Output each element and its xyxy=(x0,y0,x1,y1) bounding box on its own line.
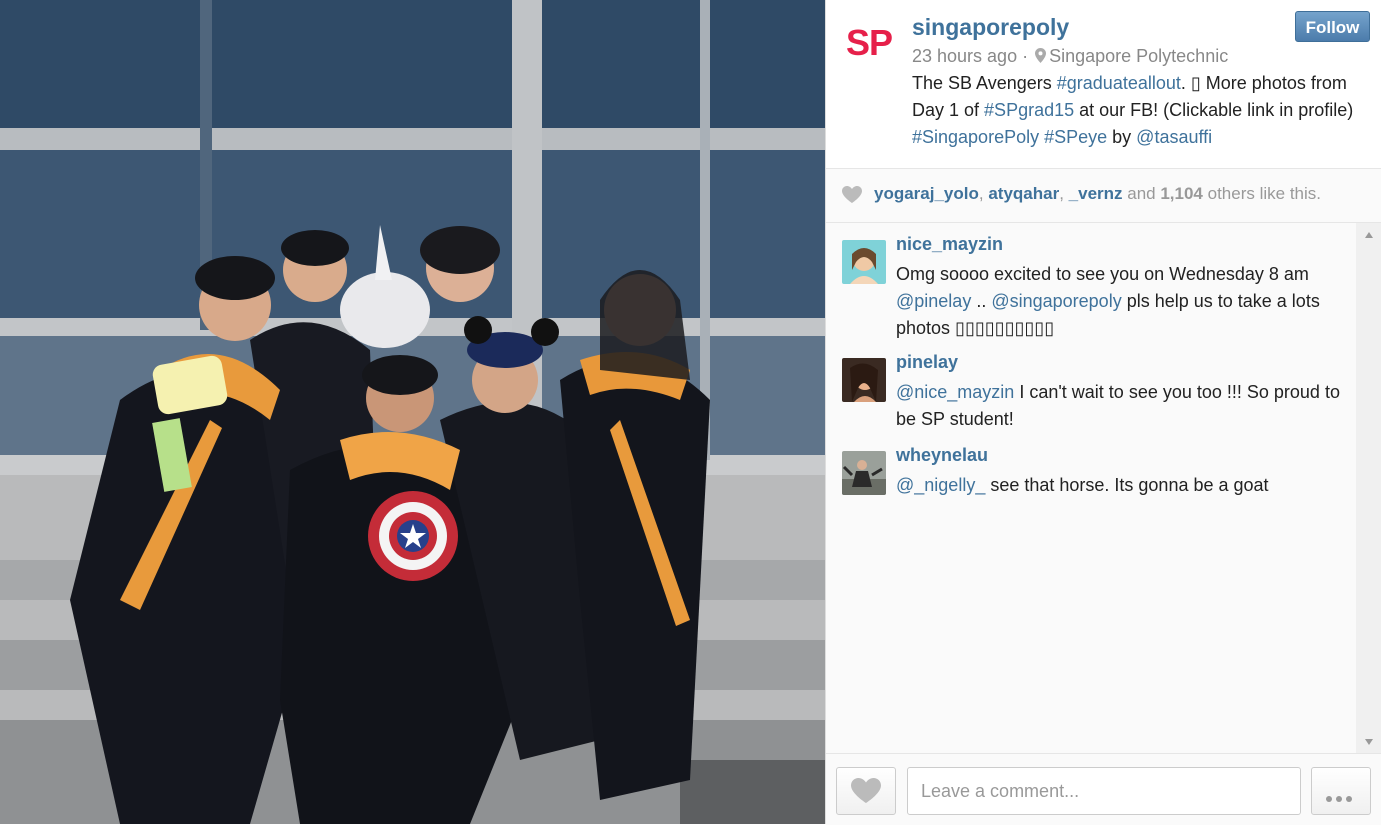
comment-username[interactable]: pinelay xyxy=(896,352,958,373)
post-location[interactable]: Singapore Polytechnic xyxy=(1049,46,1228,66)
like-button[interactable] xyxy=(836,767,896,815)
post-details-panel: SP singaporepoly 23 hours ago · Singapor… xyxy=(825,0,1381,825)
comment-body: .. xyxy=(971,291,992,311)
comments-list: nice_mayzin Omg soooo excited to see you… xyxy=(826,223,1356,753)
comment-text: @nice_mayzin I can't wait to see you too… xyxy=(896,379,1346,433)
post-username[interactable]: singaporepoly xyxy=(912,14,1069,41)
comment-avatar[interactable] xyxy=(842,451,886,495)
caption-text: The SB Avengers xyxy=(912,73,1057,93)
comment-username[interactable]: nice_mayzin xyxy=(896,234,1003,255)
comment-composer xyxy=(826,753,1381,825)
profile-avatar-logo[interactable]: SP xyxy=(846,22,893,64)
mention-link[interactable]: @_nigelly_ xyxy=(896,475,985,495)
caption-text: by xyxy=(1107,127,1137,147)
comment-body: Omg soooo excited to see you on Wednesda… xyxy=(896,264,1309,284)
mention-link[interactable]: @tasauffi xyxy=(1136,127,1212,147)
post-header: SP singaporepoly 23 hours ago · Singapor… xyxy=(826,0,1381,169)
post-photo[interactable] xyxy=(0,0,825,824)
liker-link[interactable]: _vernz xyxy=(1069,184,1123,203)
likes-text: yogaraj_yolo, atyqahar, _vernz and 1,104… xyxy=(874,184,1321,204)
post-time[interactable]: 23 hours ago xyxy=(912,46,1017,66)
meta-separator: · xyxy=(1017,46,1034,66)
more-dots-icon xyxy=(1326,789,1356,807)
liker-link[interactable]: atyqahar xyxy=(988,184,1059,203)
comments-scrollbar[interactable] xyxy=(1356,223,1381,753)
photo-image xyxy=(0,0,825,824)
follow-button[interactable]: Follow xyxy=(1295,11,1370,42)
mention-link[interactable]: @pinelay xyxy=(896,291,971,311)
likes-and: and xyxy=(1122,184,1161,203)
post-caption: The SB Avengers #graduateallout. ▯ More … xyxy=(912,70,1372,151)
mention-link[interactable]: @singaporepoly xyxy=(991,291,1121,311)
likes-separator: , xyxy=(1059,184,1069,203)
scroll-down-icon[interactable] xyxy=(1365,739,1373,745)
post-meta: 23 hours ago · Singapore Polytechnic xyxy=(912,46,1228,67)
comment-input[interactable] xyxy=(907,767,1301,815)
heart-icon xyxy=(851,778,881,803)
comment-avatar[interactable] xyxy=(842,358,886,402)
heart-icon xyxy=(842,186,862,203)
mention-link[interactable]: @nice_mayzin xyxy=(896,382,1014,402)
likes-separator: , xyxy=(978,184,989,203)
caption-text: at our FB! (Clickable link in profile) xyxy=(1074,100,1354,120)
hashtag-link[interactable]: #SPeye xyxy=(1044,127,1107,147)
comment-text: Omg soooo excited to see you on Wednesda… xyxy=(896,261,1346,342)
location-pin-icon xyxy=(1035,48,1047,63)
likes-summary: yogaraj_yolo, atyqahar, _vernz and 1,104… xyxy=(826,169,1381,223)
comment-username[interactable]: wheynelau xyxy=(896,445,988,466)
likes-count: 1,104 xyxy=(1160,184,1203,203)
hashtag-link[interactable]: #graduateallout xyxy=(1057,73,1181,93)
hashtag-link[interactable]: #SPgrad15 xyxy=(984,100,1074,120)
comment-avatar[interactable] xyxy=(842,240,886,284)
scroll-up-icon[interactable] xyxy=(1365,232,1373,238)
more-options-button[interactable] xyxy=(1311,767,1371,815)
liker-link[interactable]: yogaraj_yolo xyxy=(874,184,979,203)
hashtag-link[interactable]: #SingaporePoly xyxy=(912,127,1039,147)
likes-suffix: others like this. xyxy=(1202,184,1321,203)
comment-body: see that horse. Its gonna be a goat xyxy=(985,475,1269,495)
comment-text: @_nigelly_ see that horse. Its gonna be … xyxy=(896,472,1346,499)
